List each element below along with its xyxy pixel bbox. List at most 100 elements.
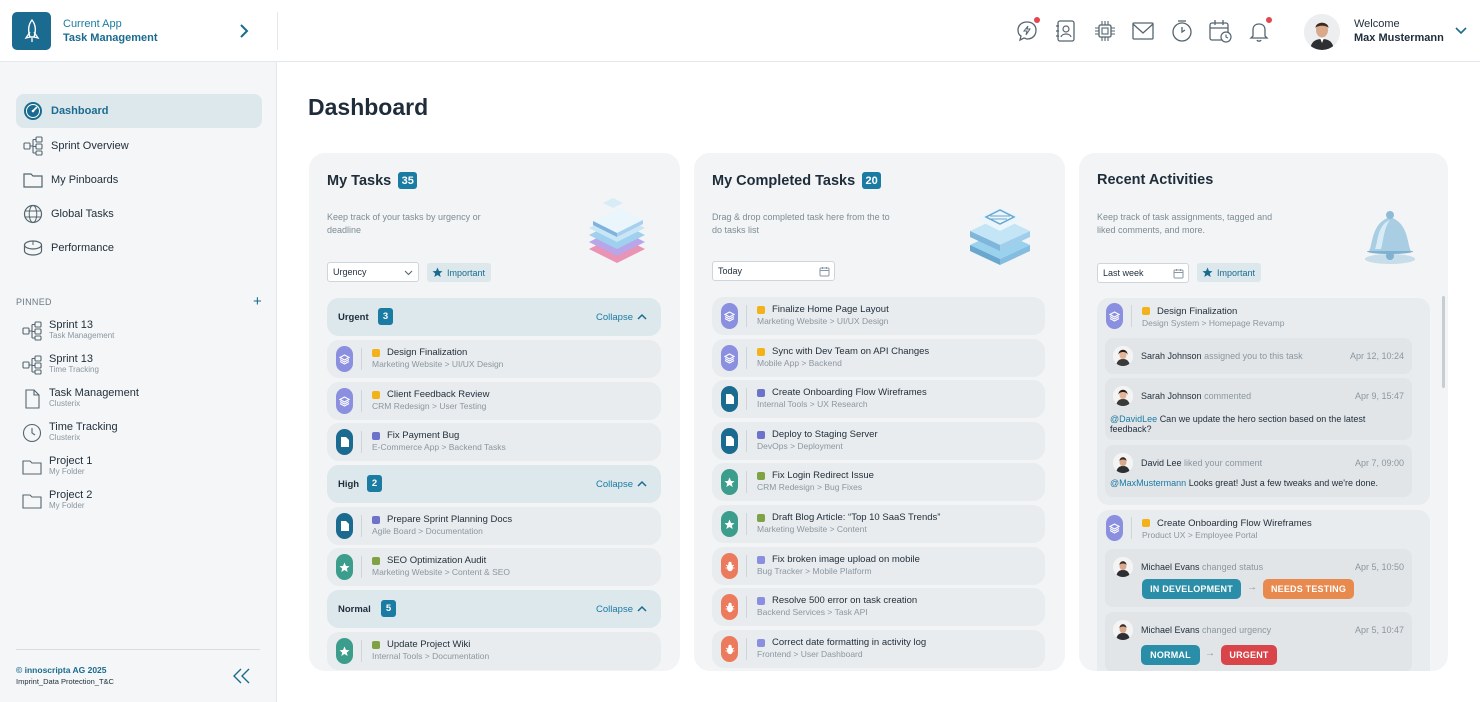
collapse-link[interactable]: Collapse [596, 604, 633, 615]
server-stack-illustration [970, 207, 1030, 265]
activity-entry[interactable]: Michael Evans changed urgency Apr 5, 10:… [1105, 612, 1412, 671]
urgency-select[interactable]: Urgency [327, 262, 419, 282]
date-filter-input[interactable]: Today [712, 261, 835, 281]
legal-links[interactable]: Imprint_Data Protection_T&C [16, 677, 114, 686]
arrow-right-icon: → [1247, 582, 1257, 593]
hierarchy-icon [22, 135, 44, 157]
chevron-up-icon[interactable] [636, 311, 648, 323]
task-color-marker [757, 639, 765, 647]
activity-entry[interactable]: Sarah Johnson assigned you to this task … [1105, 338, 1412, 374]
contacts-icon[interactable] [1054, 18, 1078, 44]
activity-user: Michael Evans [1141, 625, 1200, 635]
hierarchy-icon [22, 321, 42, 341]
group-count: 3 [378, 308, 393, 325]
pinned-item[interactable]: Project 2 My Folder [22, 487, 262, 515]
task-row[interactable]: Prepare Sprint Planning Docs Agile Board… [327, 507, 661, 545]
task-row[interactable]: SEO Optimization Audit Marketing Website… [327, 548, 661, 586]
card-title: Recent Activities [1097, 172, 1214, 188]
user-info[interactable]: Welcome Max Mustermann [1354, 18, 1444, 45]
task-divider [746, 513, 747, 535]
mail-icon[interactable] [1131, 18, 1155, 44]
chevron-right-icon[interactable] [236, 22, 252, 40]
pinned-item[interactable]: Task Management Clusterix [22, 385, 262, 413]
completed-task-row[interactable]: Draft Blog Article: “Top 10 SaaS Trends”… [712, 505, 1045, 543]
group-name: Normal [338, 604, 371, 615]
sidebar-item-my-pinboards[interactable]: My Pinboards [16, 163, 262, 197]
sidebar-item-label: Sprint Overview [51, 140, 129, 152]
document-icon [721, 386, 738, 412]
task-color-marker [757, 389, 765, 397]
sidebar-item-global-tasks[interactable]: Global Tasks [16, 197, 262, 231]
task-row[interactable]: Update Project Wiki Internal Tools > Doc… [327, 632, 661, 670]
task-row[interactable]: Client Feedback Review CRM Redesign > Us… [327, 382, 661, 420]
group-header-normal[interactable]: Normal 5 Collapse [327, 590, 661, 628]
collapse-link[interactable]: Collapse [596, 479, 633, 490]
pinned-item[interactable]: Time Tracking Clusterix [22, 419, 262, 447]
app-switcher[interactable]: Current App Task Management [63, 17, 158, 45]
chevron-up-icon[interactable] [636, 603, 648, 615]
activity-block[interactable]: Design Finalization Design System > Home… [1097, 298, 1430, 505]
task-title: Fix Login Redirect Issue [772, 470, 874, 481]
sidebar-item-dashboard[interactable]: Dashboard [16, 94, 262, 128]
important-filter-button[interactable]: Important [1197, 263, 1262, 282]
card-description: Keep track of task assignments, tagged a… [1097, 212, 1273, 235]
completed-task-row[interactable]: Fix broken image upload on mobile Bug Tr… [712, 547, 1045, 585]
pinned-section-header: PINNED + [16, 294, 262, 309]
chevron-up-icon[interactable] [636, 478, 648, 490]
activity-entry[interactable]: Michael Evans changed status Apr 5, 10:5… [1105, 549, 1412, 607]
period-filter-input[interactable]: Last week [1097, 263, 1189, 283]
completed-task-row[interactable]: Fix Login Redirect Issue CRM Redesign > … [712, 463, 1045, 501]
activity-action: liked your comment [1184, 458, 1263, 468]
document-icon [336, 513, 353, 539]
completed-task-row[interactable]: Resolve 500 error on task creation Backe… [712, 588, 1045, 626]
rocket-icon [24, 18, 39, 42]
activity-time: Apr 5, 10:50 [1354, 562, 1404, 572]
activity-entry[interactable]: Sarah Johnson commented Apr 9, 15:47 @Da… [1105, 378, 1412, 440]
activity-entry[interactable]: David Lee liked your comment Apr 7, 09:0… [1105, 445, 1412, 497]
calendar-icon[interactable] [1208, 18, 1232, 44]
pinned-item[interactable]: Sprint 13 Task Management [22, 317, 262, 345]
task-row[interactable]: Fix Payment Bug E-Commerce App > Backend… [327, 423, 661, 461]
group-header-urgent[interactable]: Urgent 3 Collapse [327, 298, 661, 336]
add-pinned-button[interactable]: + [253, 294, 262, 309]
activity-block[interactable]: Create Onboarding Flow Wireframes Produc… [1097, 510, 1430, 671]
activity-text: David Lee liked your comment [1141, 458, 1262, 468]
completed-task-row[interactable]: Finalize Home Page Layout Marketing Webs… [712, 297, 1045, 335]
calendar-icon [819, 267, 830, 277]
completed-task-row[interactable]: Create Onboarding Flow Wireframes Intern… [712, 380, 1045, 418]
pinned-item[interactable]: Sprint 13 Time Tracking [22, 351, 262, 379]
sidebar-divider [16, 649, 260, 650]
task-row[interactable]: Design Finalization Marketing Website > … [327, 340, 661, 378]
user-avatar [1113, 346, 1133, 366]
mention[interactable]: @DavidLee [1110, 414, 1157, 424]
task-divider [746, 596, 747, 618]
clock-icon[interactable] [1170, 18, 1194, 44]
important-label: Important [447, 267, 486, 278]
app-logo[interactable] [12, 12, 51, 50]
important-filter-button[interactable]: Important [427, 263, 492, 282]
bell-illustration [1365, 211, 1415, 264]
completed-task-row[interactable]: Sync with Dev Team on API Changes Mobile… [712, 339, 1045, 377]
user-avatar[interactable] [1304, 14, 1340, 50]
activity-text: Sarah Johnson commented [1141, 391, 1251, 401]
completed-task-row[interactable]: Correct date formatting in activity log … [712, 630, 1045, 668]
mention[interactable]: @MaxMustermann [1110, 478, 1186, 488]
sidebar-item-sprint-overview[interactable]: Sprint Overview [16, 129, 262, 163]
layers-icon [721, 345, 738, 371]
pinned-item-sub: Time Tracking [49, 365, 99, 374]
completed-task-row[interactable]: Deploy to Staging Server DevOps > Deploy… [712, 422, 1045, 460]
chat-icon[interactable] [1015, 17, 1040, 44]
chevron-down-icon[interactable] [1454, 25, 1468, 37]
sidebar-item-performance[interactable]: Performance [16, 231, 262, 265]
collapse-link[interactable]: Collapse [596, 312, 633, 323]
pinned-item[interactable]: Project 1 My Folder [22, 453, 262, 481]
task-path: CRM Redesign > User Testing [372, 401, 487, 411]
group-header-high[interactable]: High 2 Collapse [327, 465, 661, 503]
bell-icon[interactable] [1247, 17, 1272, 44]
chip-icon[interactable] [1093, 18, 1117, 44]
task-divider [361, 640, 362, 662]
activities-scrollbar[interactable] [1442, 296, 1445, 388]
gauge-icon [22, 100, 44, 122]
date-filter-value: Today [718, 266, 743, 276]
collapse-sidebar-icon[interactable] [232, 667, 252, 685]
